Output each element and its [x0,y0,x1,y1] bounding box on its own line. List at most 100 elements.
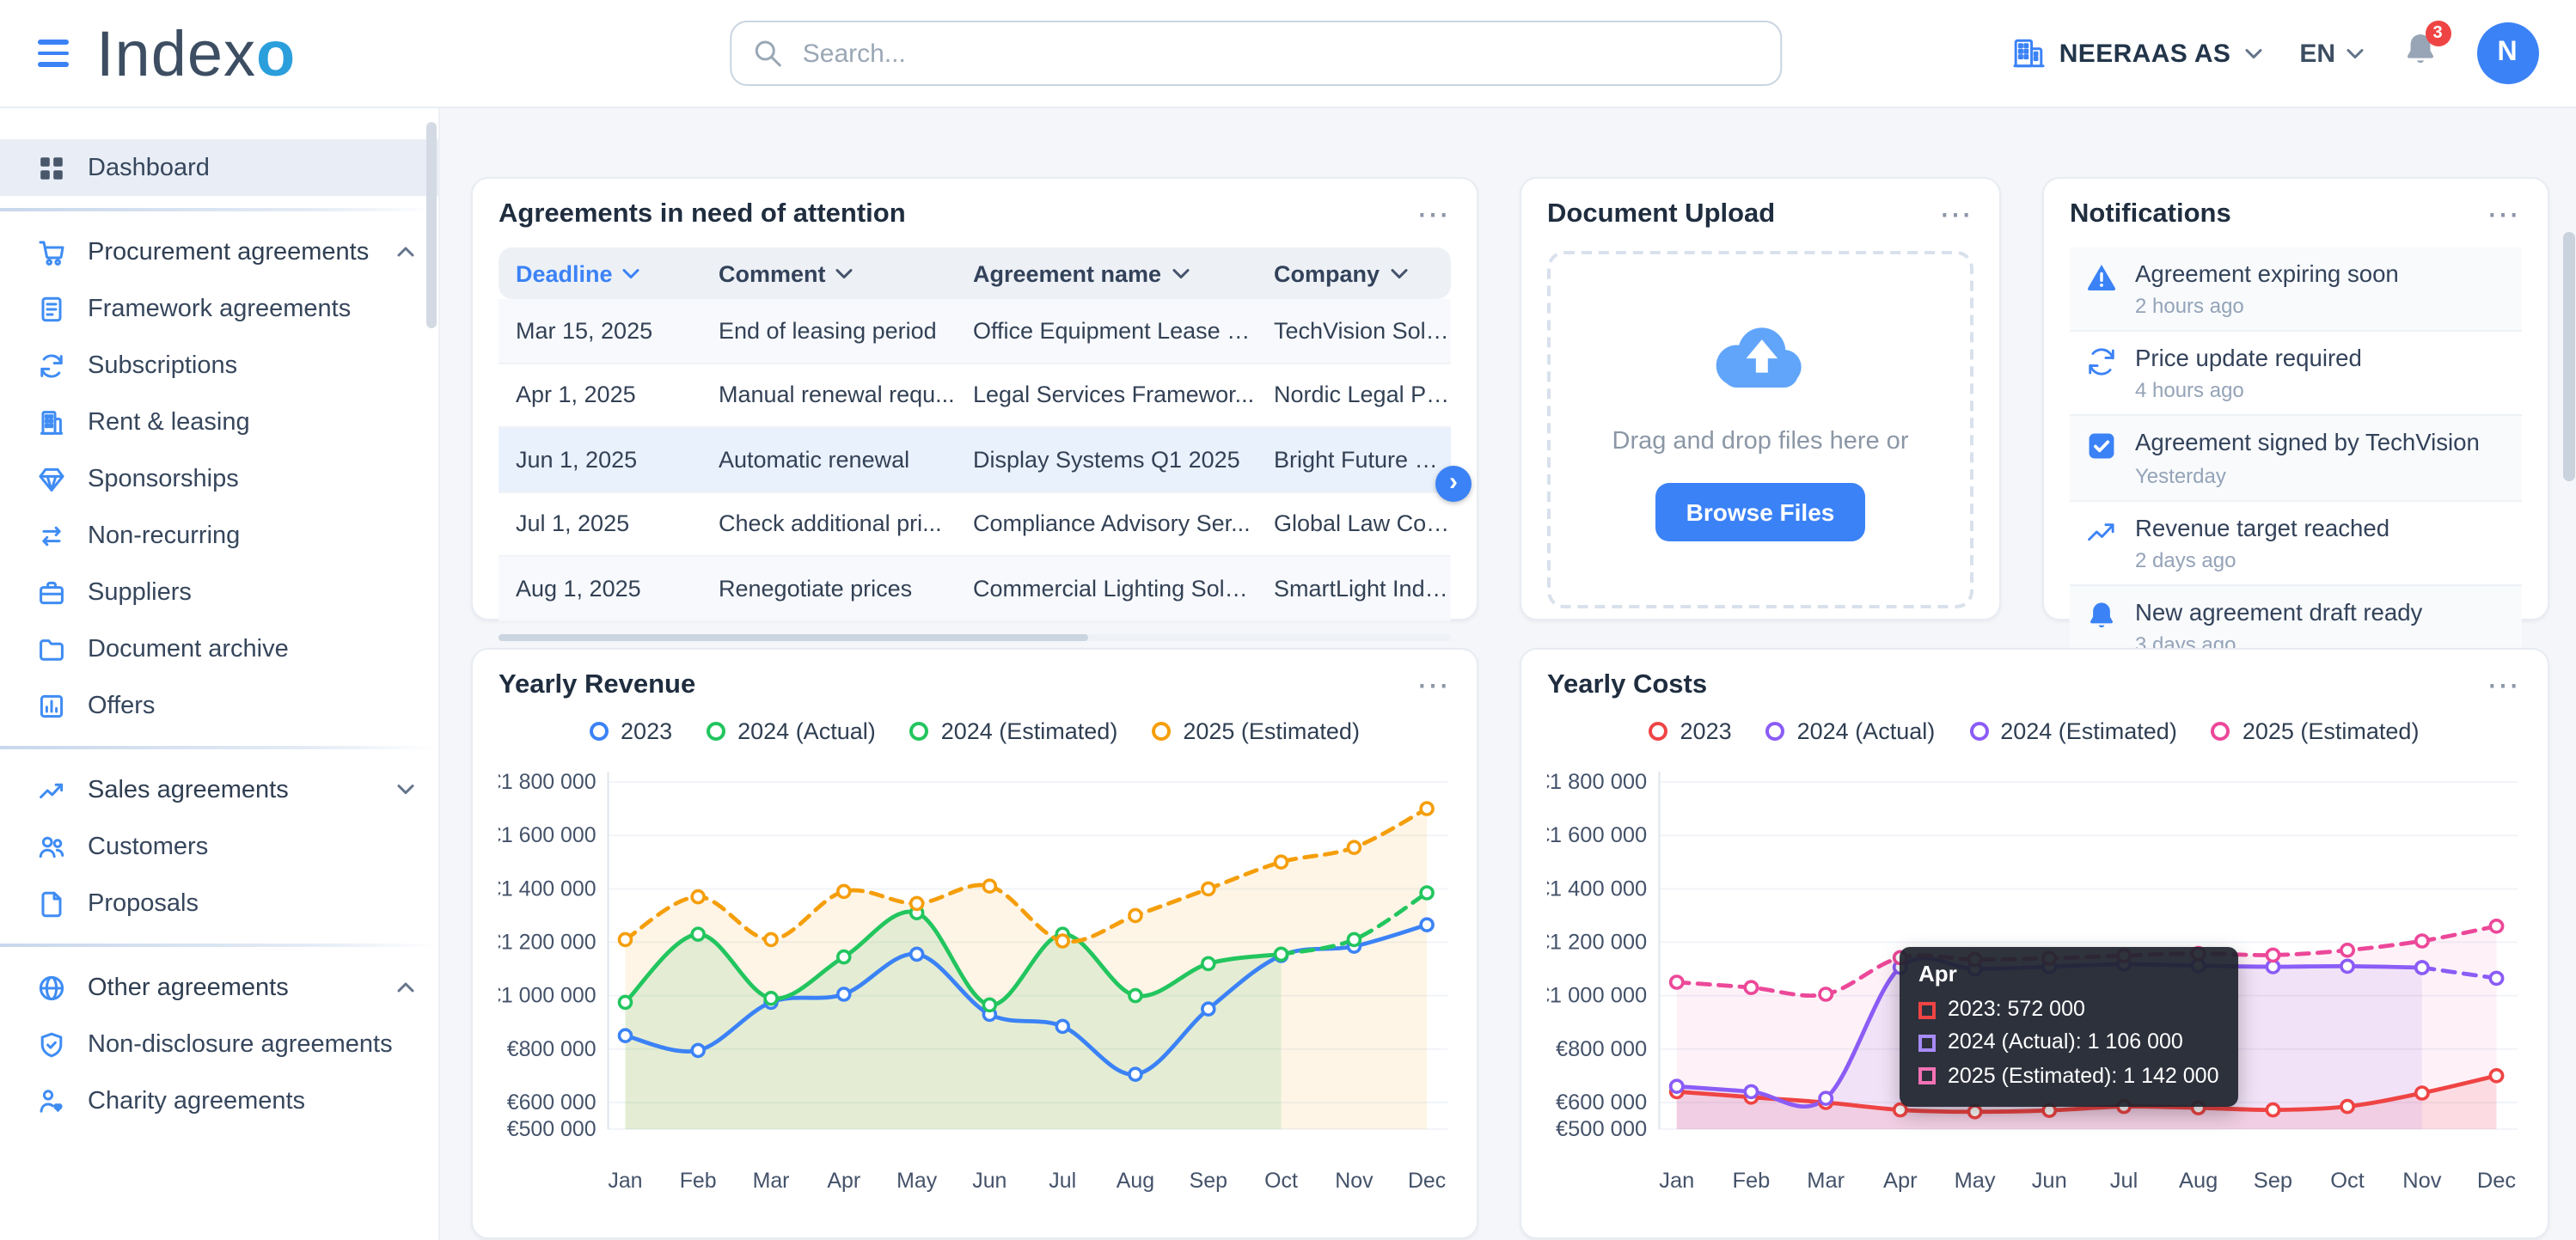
chevron-down-icon [2346,48,2363,58]
sidebar-item-dashboard[interactable]: Dashboard [0,139,438,196]
card-menu-icon[interactable]: ⋯ [1416,669,1451,702]
table-horizontal-scrollbar[interactable] [499,633,1451,640]
user-avatar[interactable]: N [2476,22,2538,84]
svg-text:Feb: Feb [1732,1169,1770,1193]
svg-text:€800 000: €800 000 [507,1037,597,1061]
yearly-revenue-chart[interactable]: €1 800 000 €1 600 000 €1 400 000 €1 200 000… [489,761,1451,1194]
sidebar-item-non-recurring[interactable]: Non-recurring [0,507,438,564]
notifications-bell[interactable]: 3 [2401,20,2451,76]
cloud-upload-icon [1716,327,1802,388]
legend-label: 2024 (Estimated) [940,718,1118,744]
table-row[interactable]: Mar 15, 2025 End of leasing period Offic… [499,299,1451,363]
sidebar-group-procurement-agreements[interactable]: Procurement agreements [0,223,438,280]
org-switcher[interactable]: NEERAAS AS [2011,36,2262,70]
sidebar-item-label: Proposals [88,889,199,917]
column-header-agreement-name[interactable]: Agreement name [956,260,1257,286]
legend-item[interactable]: 2023 [1649,718,1732,744]
sidebar: Dashboard Procurement agreements Framewo… [0,108,440,1240]
cart-icon [38,238,65,266]
scroll-right-button[interactable]: › [1435,466,1472,502]
scrollbar-thumb[interactable] [499,633,1089,640]
app-logo[interactable]: Indexo [96,21,296,85]
chevron-right-icon: › [1449,467,1458,497]
chart-legend: 2023 2024 (Actual) 2024 (Estimated) 2025… [1547,718,2521,744]
document-icon [38,889,65,917]
card-menu-icon[interactable]: ⋯ [1416,199,1451,231]
building-icon [38,408,65,436]
svg-text:€1 600 000: €1 600 000 [499,823,597,847]
sidebar-scrollbar[interactable] [426,122,437,328]
legend-item[interactable]: 2024 (Actual) [707,718,876,744]
card-menu-icon[interactable]: ⋯ [2487,199,2521,231]
sidebar-item-offers[interactable]: Offers [0,677,438,734]
browse-files-button[interactable]: Browse Files [1655,483,1866,541]
trend-up-icon [2085,515,2118,547]
svg-text:Jan: Jan [608,1169,642,1193]
table-row[interactable]: Apr 1, 2025 Manual renewal requ... Legal… [499,363,1451,428]
sidebar-divider [0,944,438,947]
card-menu-icon[interactable]: ⋯ [1939,199,1973,231]
chevron-down-icon [1172,268,1189,278]
sidebar-item-sponsorships[interactable]: Sponsorships [0,450,438,507]
svg-text:Jun: Jun [2032,1169,2067,1193]
legend-item[interactable]: 2024 (Estimated) [909,718,1118,744]
sidebar-group-other-agreements[interactable]: Other agreements [0,959,438,1016]
language-selector[interactable]: EN [2299,39,2363,68]
legend-item[interactable]: 2025 (Estimated) [2211,718,2420,744]
notification-text: Price update required [2135,345,2362,372]
notification-item[interactable]: Agreement signed by TechVision Yesterday [2070,416,2521,502]
shield-icon [38,1030,65,1058]
menu-icon[interactable] [38,40,69,67]
sidebar-item-non-disclosure-agreements[interactable]: Non-disclosure agreements [0,1016,438,1072]
notification-text: Revenue target reached [2135,515,2390,541]
table-row[interactable]: Jul 1, 2025 Check additional pri... Comp… [499,492,1451,557]
sidebar-item-proposals[interactable]: Proposals [0,875,438,932]
column-header-comment[interactable]: Comment [701,260,956,286]
svg-text:May: May [1955,1169,1996,1193]
sidebar-item-framework-agreements[interactable]: Framework agreements [0,280,438,337]
legend-marker [1152,722,1172,741]
search-input[interactable] [798,37,1760,70]
sidebar-item-charity-agreements[interactable]: Charity agreements [0,1072,438,1129]
chart-tooltip: Apr 2023: 572 000 2024 (Actual): 1 106 0… [1900,947,2238,1108]
legend-marker [707,722,726,741]
svg-text:Jul: Jul [1049,1169,1076,1193]
legend-item[interactable]: 2024 (Estimated) [1969,718,2177,744]
table-row[interactable]: Aug 1, 2025 Renegotiate prices Commercia… [499,557,1451,621]
agreements-card: Agreements in need of attention ⋯ Deadli… [471,177,1478,640]
swap-arrows-icon [38,522,65,549]
card-title: Notifications [2070,199,2231,229]
table-row[interactable]: Jun 1, 2025 Automatic renewal Display Sy… [499,428,1451,492]
notification-item[interactable]: Price update required 4 hours ago [2070,332,2521,417]
chevron-down-icon [836,268,854,278]
sidebar-item-document-archive[interactable]: Document archive [0,620,438,677]
legend-label: 2024 (Actual) [737,718,876,744]
notification-item[interactable]: Agreement expiring soon 2 hours ago [2070,247,2521,333]
legend-marker [590,722,609,741]
legend-label: 2025 (Estimated) [2242,718,2420,744]
search-bar[interactable] [730,21,1783,86]
column-header-company[interactable]: Company [1257,260,1451,286]
file-dropzone[interactable]: Drag and drop files here or Browse Files [1547,251,1973,608]
notification-item[interactable]: Revenue target reached 2 days ago [2070,501,2521,586]
card-menu-icon[interactable]: ⋯ [2487,669,2521,702]
legend-item[interactable]: 2025 (Estimated) [1152,718,1360,744]
legend-item[interactable]: 2024 (Actual) [1765,718,1935,744]
sidebar-item-subscriptions[interactable]: Subscriptions [0,337,438,394]
legend-item[interactable]: 2023 [590,718,672,744]
legend-label: 2025 (Estimated) [1183,718,1360,744]
sidebar-item-rent-leasing[interactable]: Rent & leasing [0,394,438,450]
sidebar-divider [0,746,438,749]
svg-text:May: May [896,1169,938,1193]
main-scrollbar[interactable] [2562,232,2574,481]
sidebar-item-customers[interactable]: Customers [0,818,438,875]
sidebar-item-label: Document archive [88,635,289,663]
sidebar-item-label: Dashboard [88,154,210,181]
svg-text:Dec: Dec [2477,1169,2516,1193]
svg-text:Feb: Feb [680,1169,717,1193]
svg-text:€500 000: €500 000 [1556,1117,1647,1141]
sidebar-item-suppliers[interactable]: Suppliers [0,564,438,620]
column-header-deadline[interactable]: Deadline [499,260,701,286]
svg-text:Aug: Aug [1117,1169,1154,1193]
sidebar-group-sales-agreements[interactable]: Sales agreements [0,761,438,818]
